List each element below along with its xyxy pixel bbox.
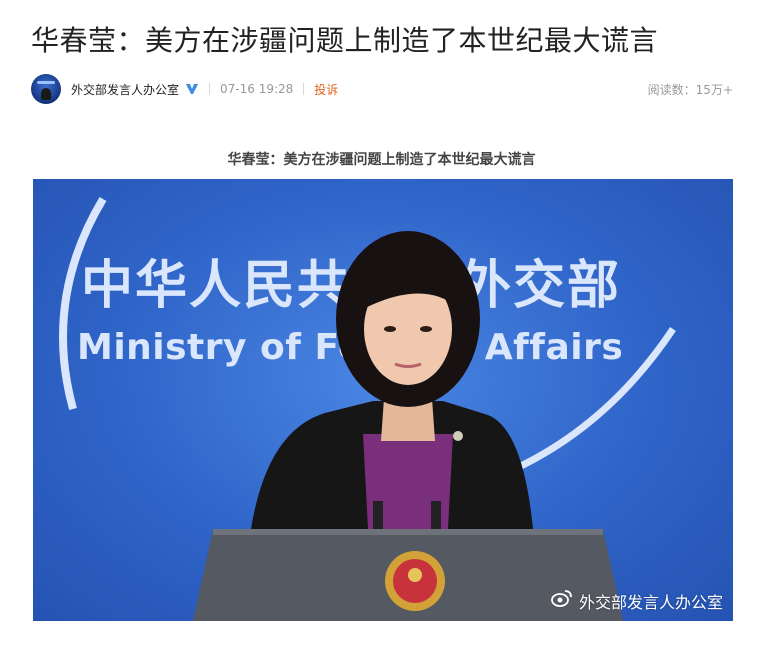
read-count-value: 15万+: [695, 82, 733, 97]
spokesperson-figure: [193, 231, 623, 621]
article-title: 华春莹：美方在涉疆问题上制造了本世纪最大谎言: [31, 24, 659, 57]
v-verified-icon: [185, 83, 199, 95]
report-link[interactable]: 投诉: [314, 81, 338, 98]
divider: [209, 83, 211, 95]
read-count: 阅读数：15万+: [648, 81, 733, 98]
image-caption: 华春莹：美方在涉疆问题上制造了本世纪最大谎言: [227, 152, 536, 168]
weibo-watermark: 外交部发言人办公室: [551, 589, 723, 613]
divider: [303, 83, 305, 95]
author-avatar[interactable]: [31, 74, 61, 104]
article-meta: 外交部发言人办公室 07-16 19:28 投诉 阅读数：15万+: [31, 72, 733, 106]
read-count-label: 阅读数：: [647, 82, 696, 97]
weibo-icon: [551, 590, 573, 610]
watermark-text: 外交部发言人办公室: [578, 593, 723, 612]
publish-time: 07-16 19:28: [220, 82, 294, 96]
article-photo[interactable]: 中华人民共和国外交部 Ministry of Foreign Affairs: [33, 179, 733, 621]
author-name[interactable]: 外交部发言人办公室: [71, 81, 179, 98]
